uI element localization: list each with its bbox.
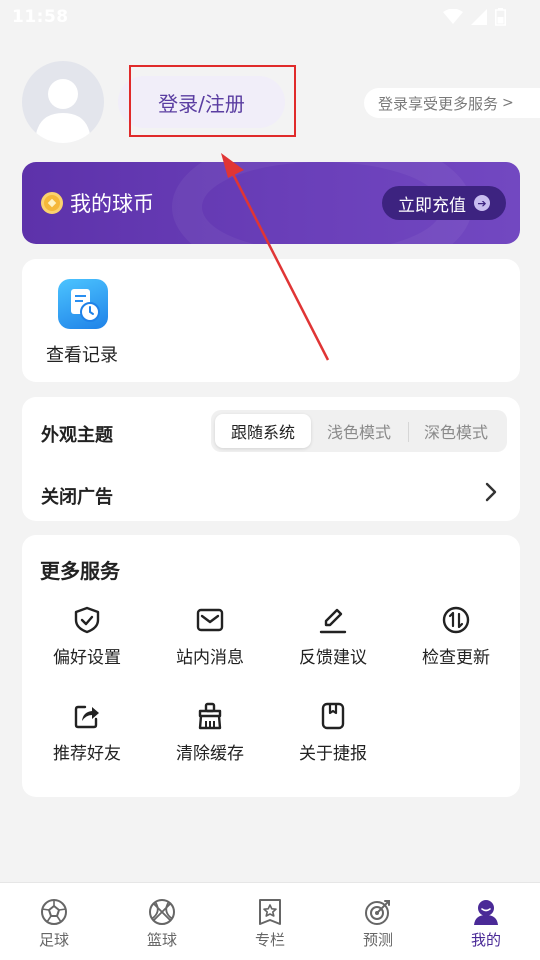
bottom-navigation: 足球 篮球 专栏 预测 我的 <box>0 882 540 960</box>
chevron-right-icon: > <box>502 95 514 111</box>
soccer-ball-icon <box>41 899 67 925</box>
service-recommend[interactable]: 推荐好友 <box>27 701 147 764</box>
service-about[interactable]: 关于捷报 <box>273 701 393 764</box>
coin-title: 我的球币 <box>70 192 154 216</box>
service-label: 关于捷报 <box>299 744 367 764</box>
nav-prediction[interactable]: 预测 <box>324 883 432 960</box>
theme-option-light[interactable]: 浅色模式 <box>311 414 407 448</box>
services-card: 更多服务 偏好设置 站内消息 反馈建议 检查更新 推荐好友 清除缓存 关于捷报 <box>22 535 520 797</box>
chevron-right-icon <box>485 482 497 502</box>
nav-profile[interactable]: 我的 <box>432 883 540 960</box>
settings-card: 外观主题 跟随系统 浅色模式 深色模式 关闭广告 <box>22 397 520 521</box>
service-label: 站内消息 <box>176 648 244 668</box>
service-feedback[interactable]: 反馈建议 <box>273 605 393 668</box>
history-icon <box>58 279 108 329</box>
service-preferences[interactable]: 偏好设置 <box>27 605 147 668</box>
history-label: 查看记录 <box>46 345 118 366</box>
update-arrows-icon <box>442 606 470 634</box>
wifi-icon <box>443 9 463 24</box>
theme-option-system[interactable]: 跟随系统 <box>215 414 311 448</box>
nav-label: 我的 <box>470 931 501 949</box>
close-ads-label: 关闭广告 <box>41 487 113 508</box>
service-clear-cache[interactable]: 清除缓存 <box>150 701 270 764</box>
service-label: 推荐好友 <box>53 744 121 764</box>
nav-label: 篮球 <box>146 931 177 949</box>
theme-label: 外观主题 <box>41 425 113 446</box>
share-icon <box>74 705 99 729</box>
avatar[interactable] <box>22 61 104 143</box>
coin-icon <box>41 192 63 214</box>
highlight-box <box>129 65 296 137</box>
promo-link[interactable]: 登录享受更多服务 > <box>364 88 540 118</box>
services-title: 更多服务 <box>40 559 120 583</box>
broom-icon <box>198 702 222 730</box>
profile-icon <box>474 900 498 925</box>
battery-icon <box>495 8 506 26</box>
service-check-update[interactable]: 检查更新 <box>396 605 516 668</box>
nav-label: 预测 <box>362 931 393 949</box>
edit-icon <box>319 608 347 634</box>
star-doc-icon <box>259 899 281 925</box>
status-icons <box>443 8 506 26</box>
service-label: 清除缓存 <box>176 744 244 764</box>
shield-check-icon <box>74 606 100 634</box>
nav-label: 足球 <box>38 931 69 949</box>
service-messages[interactable]: 站内消息 <box>150 605 270 668</box>
default-avatar-icon <box>35 79 91 143</box>
nav-column[interactable]: 专栏 <box>216 883 324 960</box>
theme-option-dark[interactable]: 深色模式 <box>408 414 504 448</box>
signal-icon <box>471 9 487 25</box>
nav-basketball[interactable]: 篮球 <box>108 883 216 960</box>
history-card: 查看记录 <box>22 259 520 382</box>
service-label: 检查更新 <box>422 648 490 668</box>
status-bar: 11:58 <box>0 0 540 34</box>
service-label: 反馈建议 <box>299 648 367 668</box>
recharge-label: 立即充值 <box>398 195 466 216</box>
basketball-icon <box>149 899 175 925</box>
target-icon <box>365 900 390 925</box>
theme-segmented-control: 跟随系统 浅色模式 深色模式 <box>211 410 507 452</box>
nav-label: 专栏 <box>254 931 285 949</box>
bookmark-icon <box>321 702 345 730</box>
service-label: 偏好设置 <box>53 648 121 668</box>
mail-icon <box>196 608 224 632</box>
status-time: 11:58 <box>12 7 69 27</box>
nav-football[interactable]: 足球 <box>0 883 108 960</box>
arrow-right-icon: ➔ <box>474 195 490 211</box>
recharge-button[interactable]: 立即充值 ➔ <box>382 186 506 220</box>
promo-label: 登录享受更多服务 <box>378 94 499 113</box>
coin-banner[interactable]: 我的球币 立即充值 ➔ <box>22 162 520 244</box>
